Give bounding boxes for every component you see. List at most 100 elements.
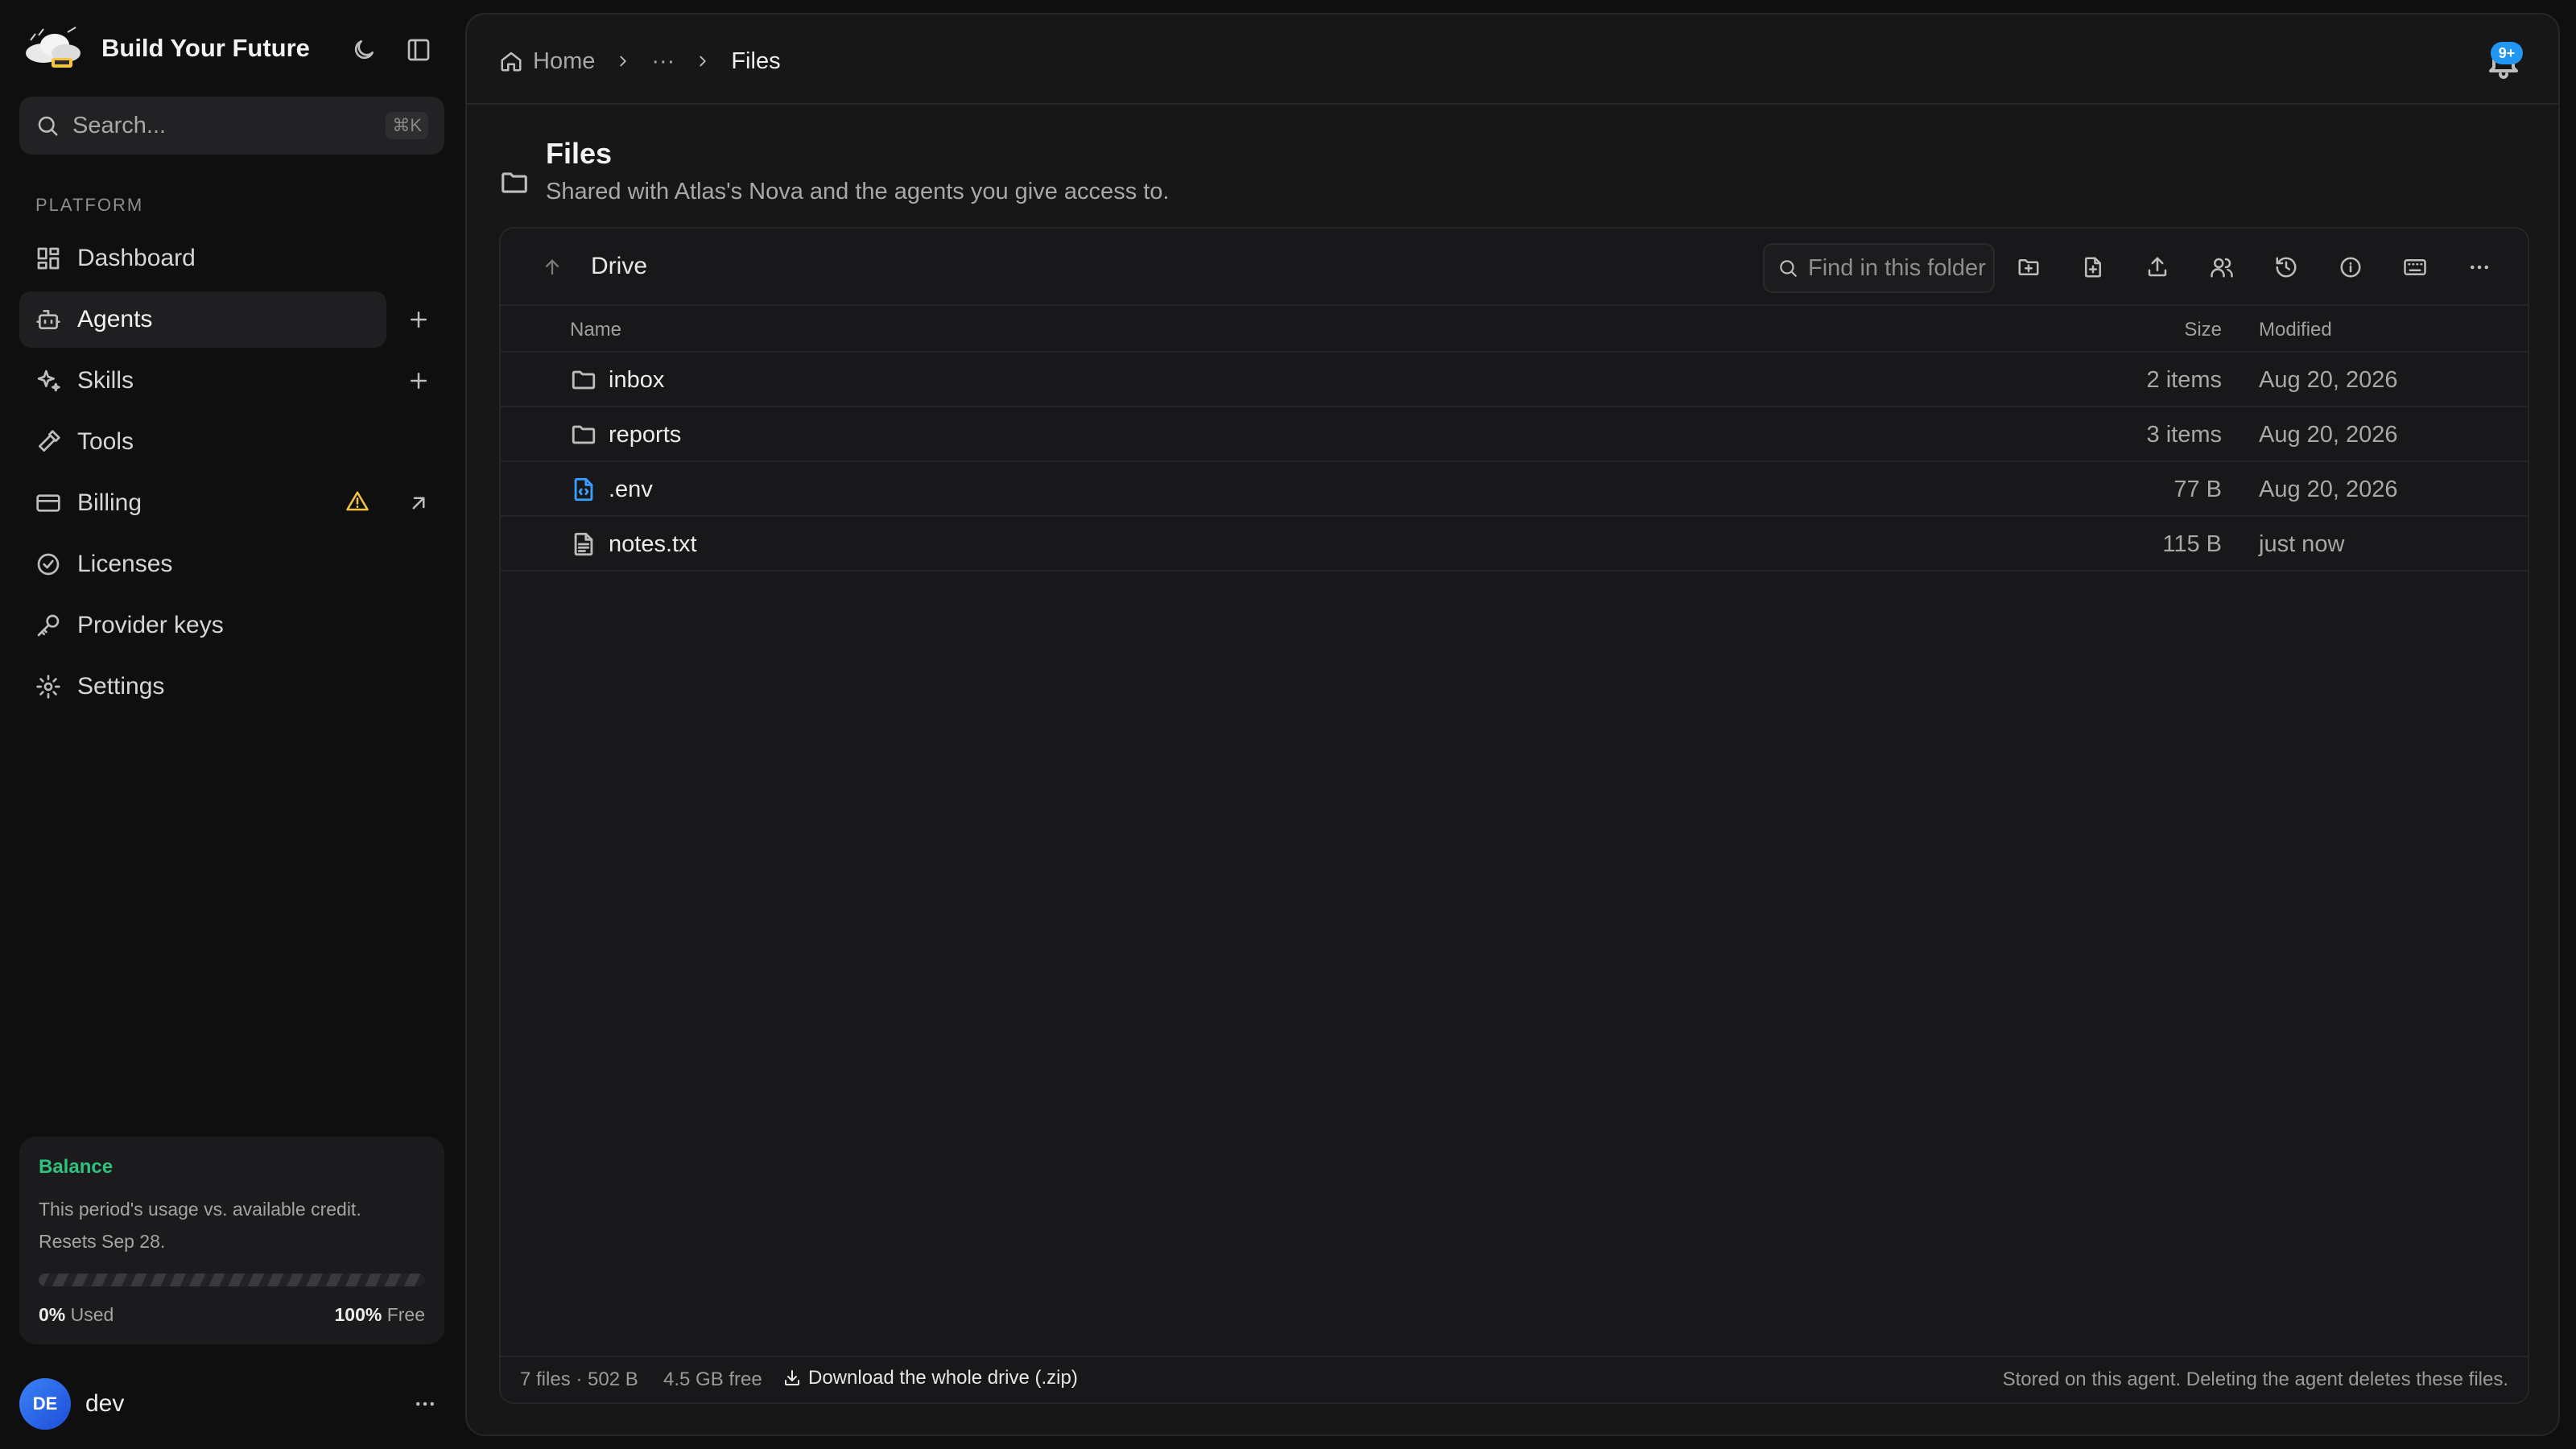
plus-icon [411,373,427,389]
go-up-button[interactable] [535,250,570,285]
top-bar: Home ··· Files 9+ [467,14,2558,105]
history-icon [2276,257,2297,278]
table-row[interactable]: notes.txt 115 B just now [501,517,2528,572]
column-header-size[interactable]: Size [2184,319,2222,341]
sidebar-item-skills[interactable]: Skills [19,353,386,409]
sidebar-item-tools[interactable]: Tools [19,414,386,470]
sidebar-item-label: Skills [77,367,134,394]
browser-footer: 7 files · 502 B 4.5 GB free Download the… [501,1356,2528,1402]
file-modified: just now [2259,531,2345,557]
file-name: reports [609,422,682,448]
billing-external-link-button[interactable] [399,484,438,522]
table-row[interactable]: reports 3 items Aug 20, 2026 [501,407,2528,462]
breadcrumb-ellipsis[interactable]: ··· [651,48,675,75]
download-label: Download the whole drive (.zip) [808,1367,1078,1389]
search-icon [1780,260,1797,277]
upload-icon [2148,257,2167,277]
add-agent-button[interactable] [399,300,438,339]
download-drive-button[interactable]: Download the whole drive (.zip) [782,1367,1078,1389]
user-menu[interactable]: DE dev [19,1378,444,1430]
badge-check-icon [37,553,60,576]
dashboard-icon [37,247,60,270]
panel-left-icon [407,39,430,61]
balance-description: This period's usage vs. available credit… [39,1199,361,1252]
file-name: notes.txt [609,531,697,557]
config-file-icon [574,477,593,502]
user-name: dev [85,1390,125,1417]
column-header-modified[interactable]: Modified [2259,319,2332,341]
file-size: 3 items [2146,422,2222,448]
file-modified: Aug 20, 2026 [2259,367,2398,393]
more-options-button[interactable] [2460,248,2499,287]
file-size: 2 items [2146,367,2222,393]
brand-name: Build Your Future [101,34,310,62]
file-toolbar: Drive Find in this folder [501,229,2528,306]
table-header: Name Size Modified [501,306,2528,353]
bot-icon [36,310,60,329]
section-label: PLATFORM [35,195,144,215]
sidebar-item-dashboard[interactable]: Dashboard [19,230,386,287]
arrow-up-right-icon [412,497,425,510]
current-location: Drive [591,253,648,279]
hammer-icon [39,430,60,452]
moon-icon [354,40,374,60]
table-row[interactable]: .env 77 B Aug 20, 2026 [501,462,2528,517]
page-title: Files [546,137,613,170]
sidebar-item-licenses[interactable]: Licenses [19,536,386,592]
home-icon [501,52,522,72]
arrow-up-icon [545,259,559,275]
users-icon [2211,258,2233,278]
search-shortcut: ⌘K [386,112,428,139]
balance-used: 0% Used [39,1304,114,1325]
search-input[interactable]: Search... ⌘K [19,97,444,155]
sidebar-item-label: Provider keys [77,612,224,638]
download-icon [785,1370,799,1385]
upload-button[interactable] [2138,248,2177,287]
file-count: 7 files · 502 B [520,1368,638,1390]
find-in-folder-input[interactable]: Find in this folder [1763,243,1995,293]
sparkles-icon [37,369,60,392]
add-skill-button[interactable] [399,361,438,400]
breadcrumb: Home ··· Files [499,45,781,77]
sidebar-item-label: Settings [77,673,165,700]
keyboard-icon [2404,259,2426,275]
chevron-right-icon [700,56,707,67]
notification-badge: 9+ [2491,42,2523,64]
sidebar-item-label: Billing [77,489,142,516]
keyboard-shortcuts-button[interactable] [2396,248,2434,287]
file-browser: Drive Find in this folder Name Size Modi… [499,227,2529,1404]
logo-icon [26,27,80,68]
new-folder-button[interactable] [2009,248,2048,287]
breadcrumb-home[interactable]: Home [533,48,595,75]
text-file-icon [574,532,593,556]
plus-icon [411,312,427,328]
search-icon [38,116,58,136]
balance-progress-bar [39,1274,425,1286]
sidebar-item-label: Dashboard [77,245,196,271]
sidebar-item-label: Agents [77,306,153,332]
theme-toggle-button[interactable] [346,32,382,68]
chevron-right-icon [620,56,627,67]
info-button[interactable] [2331,248,2370,287]
share-access-button[interactable] [2202,248,2241,287]
balance-free: 100% Free [334,1304,425,1325]
storage-note: Stored on this agent. Deleting the agent… [2002,1368,2508,1390]
file-name: inbox [609,367,665,393]
folder-icon [572,425,596,444]
table-row[interactable]: inbox 2 items Aug 20, 2026 [501,353,2528,407]
sidebar-item-label: Tools [77,428,134,455]
new-file-button[interactable] [2074,248,2112,287]
balance-title: Balance [39,1156,114,1178]
sidebar-item-settings[interactable]: Settings [19,658,386,715]
user-more-button[interactable] [406,1385,444,1423]
balance-card: Balance This period's usage vs. availabl… [19,1137,444,1344]
sidebar-item-agents[interactable]: Agents [19,291,386,348]
sidebar-item-provider-keys[interactable]: Provider keys [19,597,386,654]
page-subtitle: Shared with Atlas's Nova and the agents … [546,179,1170,204]
sidebar-item-billing[interactable]: Billing [19,475,386,531]
history-button[interactable] [2267,248,2306,287]
sidebar-toggle-button[interactable] [401,32,436,68]
file-size: 115 B [2162,531,2222,557]
column-header-name[interactable]: Name [570,319,621,341]
info-icon [2340,257,2361,278]
